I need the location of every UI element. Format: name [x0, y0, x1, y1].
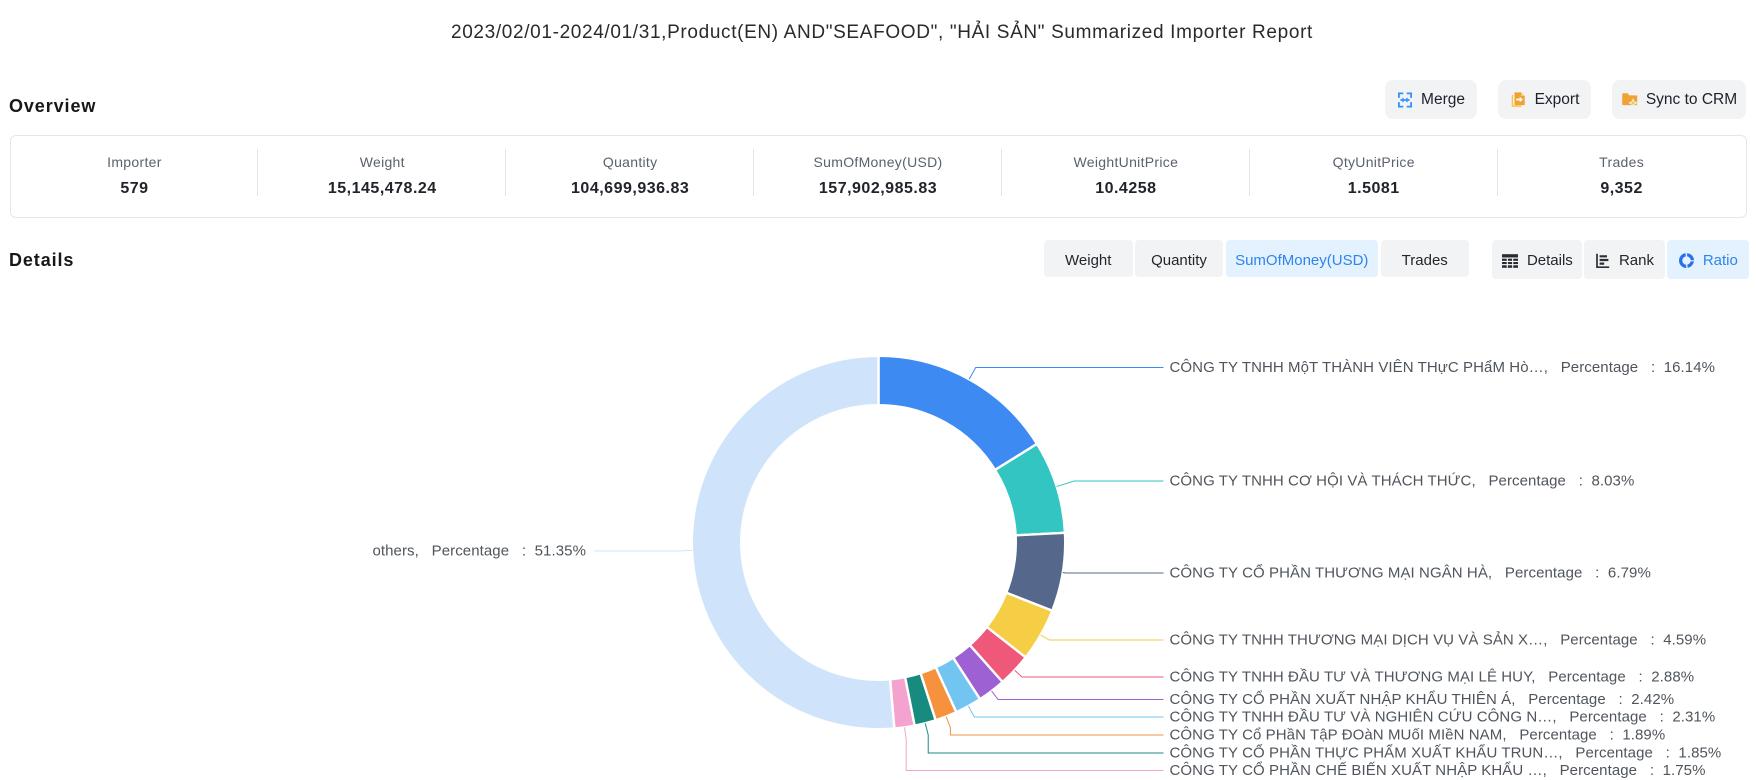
svg-text:CÔNG TY CỔ PHẦN XUẤT NHẬP KHẨU: CÔNG TY CỔ PHẦN XUẤT NHẬP KHẨU THIÊN Á, …	[1170, 690, 1675, 708]
svg-text:CÔNG TY Cổ PHầN TậP ĐOàN MUốI: CÔNG TY Cổ PHầN TậP ĐOàN MUốI MIềN NAM, …	[1170, 727, 1666, 744]
svg-text:CÔNG TY TNHH ĐẦU TƯ VÀ NGHIÊN: CÔNG TY TNHH ĐẦU TƯ VÀ NGHIÊN CỨU CÔNG N…	[1170, 709, 1716, 726]
svg-text:CÔNG TY CỔ PHẦN THỰC PHẨM XUẤT: CÔNG TY CỔ PHẦN THỰC PHẨM XUẤT KHẨU TRUN…	[1170, 744, 1722, 762]
svg-text:others, Percentage : 51.3: others, Percentage : 51.35%	[372, 543, 586, 560]
svg-text:CÔNG TY TNHH ĐẦU TƯ VÀ THƯƠNG: CÔNG TY TNHH ĐẦU TƯ VÀ THƯƠNG MẠI LÊ HUY…	[1170, 669, 1695, 686]
svg-text:CÔNG TY TNHH THƯƠNG MẠI DỊCH V: CÔNG TY TNHH THƯƠNG MẠI DỊCH VỤ VÀ SẢN X…	[1170, 632, 1707, 649]
svg-text:CÔNG TY TNHH CƠ HỘI VÀ THÁCH T: CÔNG TY TNHH CƠ HỘI VÀ THÁCH THỨC, Perce…	[1170, 473, 1635, 490]
svg-text:CÔNG TY TNHH MộT THÀNH VIÊN TH: CÔNG TY TNHH MộT THÀNH VIÊN THựC PHẩM Hò…	[1170, 359, 1716, 376]
svg-text:CÔNG TY CỔ PHẦN CHẾ BIẾN XUẤT: CÔNG TY CỔ PHẦN CHẾ BIẾN XUẤT NHẬP KHẨU …	[1170, 761, 1706, 779]
svg-text:CÔNG TY CỔ PHẦN THƯƠNG MẠI NGÂ: CÔNG TY CỔ PHẦN THƯƠNG MẠI NGÂN HÀ, Perc…	[1170, 564, 1651, 582]
